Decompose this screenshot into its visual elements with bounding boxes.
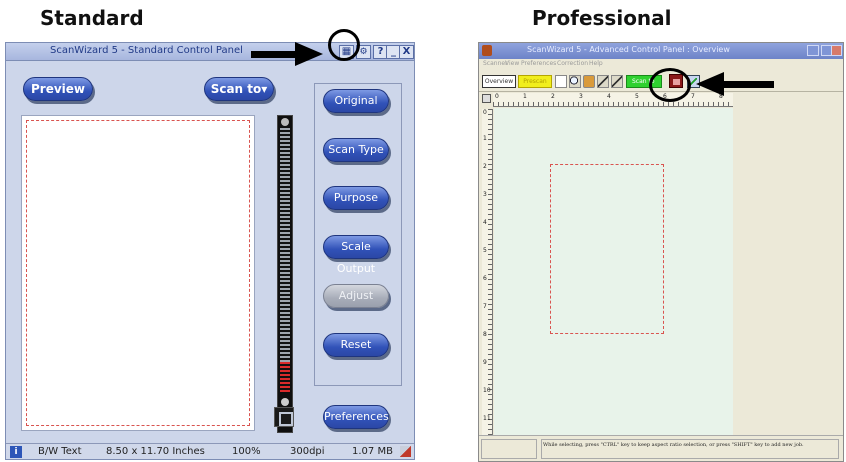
callout-arrow-icon bbox=[251, 51, 297, 58]
scan-frame[interactable] bbox=[26, 120, 250, 426]
reset-button[interactable]: Reset bbox=[323, 333, 389, 357]
scan-frame[interactable] bbox=[550, 164, 664, 334]
ruler-label: 1 bbox=[483, 135, 487, 142]
ruler-label: 11 bbox=[483, 415, 491, 422]
original-button[interactable]: Original bbox=[323, 89, 389, 113]
close-button[interactable]: X bbox=[399, 45, 414, 59]
zoom-window-icon[interactable] bbox=[274, 407, 294, 427]
ruler-label: 5 bbox=[635, 93, 639, 100]
ruler-label: 4 bbox=[483, 219, 487, 226]
adjust-button[interactable]: Adjust bbox=[323, 284, 389, 308]
vertical-ruler: 0 1 2 3 4 5 6 7 8 9 10 11 bbox=[482, 109, 493, 435]
eyedropper-icon[interactable] bbox=[597, 75, 609, 88]
status-bar: i B/W Text 8.50 x 11.70 Inches 100% 300d… bbox=[6, 443, 414, 459]
preview-area[interactable] bbox=[21, 115, 255, 431]
ruler-label: 2 bbox=[483, 163, 487, 170]
ruler-label: 3 bbox=[483, 191, 487, 198]
menu-view[interactable]: View bbox=[505, 60, 519, 67]
status-zoom: 100% bbox=[232, 446, 261, 457]
highlight-circle bbox=[649, 68, 691, 102]
meter-top-icon bbox=[281, 118, 289, 126]
hand-icon[interactable] bbox=[583, 75, 595, 88]
scan-to-button[interactable]: Scan to▾ bbox=[204, 77, 274, 101]
menu-bar: Scanner View Preferences Correction Help bbox=[479, 59, 843, 69]
ruler-unit-toggle[interactable] bbox=[482, 94, 491, 103]
status-message: While selecting, press "CTRL" key to kee… bbox=[541, 439, 839, 459]
minimize-icon[interactable] bbox=[807, 45, 819, 56]
ruler-label: 2 bbox=[551, 93, 555, 100]
zoom-icon[interactable] bbox=[569, 75, 581, 88]
advanced-title: ScanWizard 5 - Advanced Control Panel : … bbox=[527, 45, 730, 54]
status-scan-type: B/W Text bbox=[38, 446, 82, 457]
standard-title: ScanWizard 5 - Standard Control Panel bbox=[50, 45, 243, 56]
ruler-label: 8 bbox=[483, 331, 487, 338]
resize-grip-icon[interactable] bbox=[400, 446, 411, 457]
heading-standard: Standard bbox=[40, 6, 144, 30]
ruler-label: 4 bbox=[607, 93, 611, 100]
ruler-label: 1 bbox=[523, 93, 527, 100]
meter-bottom-icon bbox=[281, 398, 289, 406]
ruler-label: 5 bbox=[483, 247, 487, 254]
eyedropper-icon[interactable] bbox=[611, 75, 623, 88]
app-logo-icon bbox=[482, 45, 492, 56]
ruler-label: 0 bbox=[483, 109, 487, 116]
ruler-label: 6 bbox=[483, 275, 487, 282]
info-icon[interactable]: i bbox=[10, 446, 22, 458]
preview-button[interactable]: Preview bbox=[23, 77, 93, 101]
overview-canvas[interactable] bbox=[494, 108, 733, 436]
scale-output-button[interactable]: Scale Output bbox=[323, 235, 389, 275]
advanced-control-panel: ScanWizard 5 - Advanced Control Panel : … bbox=[478, 42, 844, 462]
standard-control-panel: ScanWizard 5 - Standard Control Panel ▦ … bbox=[5, 42, 415, 460]
ruler-label: 7 bbox=[691, 93, 695, 100]
ruler-label: 3 bbox=[579, 93, 583, 100]
status-dpi: 300dpi bbox=[290, 446, 325, 457]
menu-help[interactable]: Help bbox=[589, 60, 603, 67]
purpose-button[interactable]: Purpose bbox=[323, 186, 389, 210]
overview-button[interactable]: Overview bbox=[482, 75, 516, 88]
exposure-meter bbox=[277, 115, 293, 433]
status-cell bbox=[481, 439, 537, 459]
callout-arrow-icon bbox=[724, 81, 774, 88]
ruler-label: 7 bbox=[483, 303, 487, 310]
frame-icon[interactable] bbox=[555, 75, 567, 88]
menu-correction[interactable]: Correction bbox=[557, 60, 588, 67]
advanced-status-bar: While selecting, press "CTRL" key to kee… bbox=[479, 435, 843, 461]
heading-professional: Professional bbox=[532, 6, 672, 30]
meter-bars bbox=[280, 128, 290, 392]
menu-scanner[interactable]: Scanner bbox=[483, 60, 508, 67]
preferences-button[interactable]: Preferences bbox=[323, 405, 389, 429]
callout-arrow-head bbox=[696, 72, 724, 96]
ruler-label: 0 bbox=[495, 93, 499, 100]
prescan-button[interactable]: Prescan bbox=[518, 75, 552, 88]
callout-arrow-head bbox=[295, 42, 323, 66]
ruler-label: 9 bbox=[483, 359, 487, 366]
scan-type-button[interactable]: Scan Type bbox=[323, 138, 389, 162]
meter-red-zone bbox=[280, 362, 290, 392]
close-icon[interactable] bbox=[831, 45, 842, 56]
status-size: 8.50 x 11.70 Inches bbox=[106, 446, 205, 457]
status-filesize: 1.07 MB bbox=[352, 446, 393, 457]
advanced-title-bar: ScanWizard 5 - Advanced Control Panel : … bbox=[479, 43, 843, 59]
menu-preferences[interactable]: Preferences bbox=[521, 60, 556, 67]
highlight-circle bbox=[328, 29, 360, 61]
ruler-label: 10 bbox=[483, 387, 491, 394]
